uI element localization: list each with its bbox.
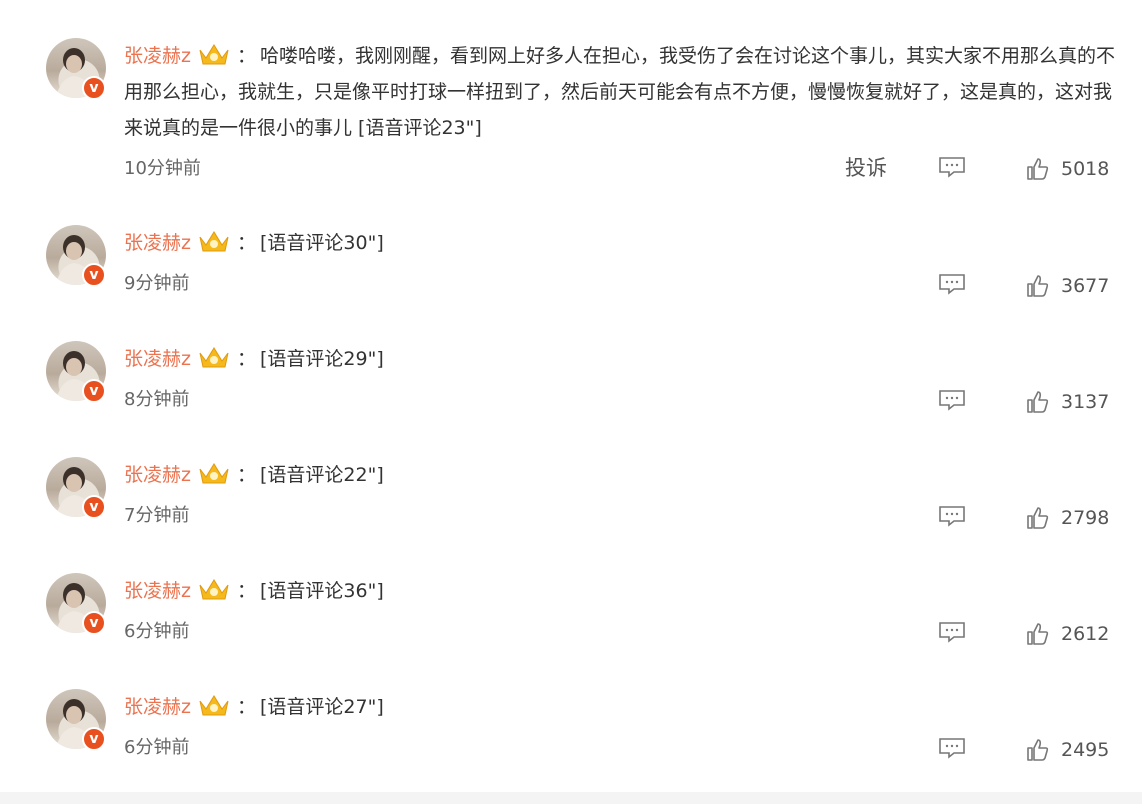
- username-link[interactable]: 张凌赫z: [124, 696, 191, 718]
- voice-comment[interactable]: [语音评论22"]: [260, 464, 384, 486]
- avatar[interactable]: v: [46, 573, 106, 635]
- crown-icon: [199, 44, 229, 65]
- username-link[interactable]: 张凌赫z: [124, 464, 191, 486]
- like-icon[interactable]: [1026, 622, 1050, 646]
- avatar[interactable]: v: [46, 38, 106, 100]
- crown-icon: [199, 695, 229, 716]
- comment-content: 张凌赫z ： [语音评论29"]: [124, 341, 1124, 377]
- comment-icon[interactable]: [938, 621, 966, 643]
- like-icon[interactable]: [1026, 157, 1050, 181]
- verified-badge-icon: v: [82, 76, 106, 100]
- like-icon[interactable]: [1026, 390, 1050, 414]
- verified-badge-icon: v: [82, 495, 106, 519]
- crown-icon: [199, 347, 229, 368]
- voice-comment[interactable]: [语音评论29"]: [260, 348, 384, 370]
- comment-icon[interactable]: [938, 737, 966, 759]
- avatar[interactable]: v: [46, 341, 106, 403]
- comment-content: 张凌赫z ：哈喽哈喽，我刚刚醒，看到网上好多人在担心，我受伤了会在讨论这个事儿，其…: [124, 38, 1124, 146]
- comment-item: v 张凌赫z ： [语音评论22"] 7分钟前 2798: [0, 457, 1142, 537]
- comment-icon[interactable]: [938, 505, 966, 527]
- comment-item: v 张凌赫z ： [语音评论27"] 6分钟前 2495: [0, 689, 1142, 769]
- username-link[interactable]: 张凌赫z: [124, 232, 191, 254]
- colon: ：: [236, 580, 256, 602]
- comment-list: v 张凌赫z：哈喽哈喽，我刚刚醒，看到网上好多人在担心，我受伤了会在讨论这个事儿…: [0, 0, 1142, 804]
- crown-icon: [199, 579, 229, 600]
- verified-badge-icon: v: [82, 611, 106, 635]
- like-count: 2798: [1061, 507, 1110, 529]
- colon: ：: [236, 45, 256, 67]
- comment-icon[interactable]: [938, 273, 966, 295]
- comment-content: 张凌赫z ： [语音评论30"]: [124, 225, 1124, 261]
- verified-badge-icon: v: [82, 263, 106, 287]
- like-icon[interactable]: [1026, 274, 1050, 298]
- username-link[interactable]: 张凌赫z: [124, 348, 191, 370]
- verified-badge-icon: v: [82, 727, 106, 751]
- like-count: 3677: [1061, 275, 1110, 297]
- crown-icon: [199, 231, 229, 252]
- comment-item: v 张凌赫z ： [语音评论29"] 8分钟前 3137: [0, 341, 1142, 421]
- like-icon[interactable]: [1026, 738, 1050, 762]
- like-icon[interactable]: [1026, 506, 1050, 530]
- bottom-divider: [0, 792, 1142, 804]
- comment-icon[interactable]: [938, 156, 966, 178]
- comment-text: 哈喽哈喽，我刚刚醒，看到网上好多人在担心，我受伤了会在讨论这个事儿，其实大家不用…: [124, 45, 1116, 139]
- comment-item: v 张凌赫z ：哈喽哈喽，我刚刚醒，看到网上好多人在担心，我受伤了会在讨论这个事儿…: [0, 38, 1142, 188]
- username-link[interactable]: 张凌赫z: [124, 45, 191, 67]
- comment-timestamp: 7分钟前: [124, 505, 190, 526]
- comment-timestamp: 6分钟前: [124, 621, 190, 642]
- like-count: 5018: [1061, 158, 1110, 180]
- like-count: 2495: [1061, 739, 1110, 761]
- like-count: 2612: [1061, 623, 1110, 645]
- username-link[interactable]: 张凌赫z: [124, 580, 191, 602]
- colon: ：: [236, 232, 256, 254]
- comment-content: 张凌赫z ： [语音评论22"]: [124, 457, 1124, 493]
- comment-timestamp: 9分钟前: [124, 273, 190, 294]
- comment-item: v 张凌赫z ： [语音评论36"] 6分钟前 2612: [0, 573, 1142, 653]
- voice-comment[interactable]: [语音评论36"]: [260, 580, 384, 602]
- comment-item: v 张凌赫z ： [语音评论30"] 9分钟前 3677: [0, 225, 1142, 305]
- avatar[interactable]: v: [46, 457, 106, 519]
- comment-content: 张凌赫z ： [语音评论36"]: [124, 573, 1124, 609]
- avatar[interactable]: v: [46, 689, 106, 751]
- colon: ：: [236, 464, 256, 486]
- report-link[interactable]: 投诉: [845, 152, 887, 182]
- comment-timestamp: 6分钟前: [124, 737, 190, 758]
- colon: ：: [236, 348, 256, 370]
- verified-badge-icon: v: [82, 379, 106, 403]
- voice-comment[interactable]: [语音评论30"]: [260, 232, 384, 254]
- comment-icon[interactable]: [938, 389, 966, 411]
- comment-content: 张凌赫z ： [语音评论27"]: [124, 689, 1124, 725]
- avatar[interactable]: v: [46, 225, 106, 287]
- comment-timestamp: 10分钟前: [124, 158, 201, 179]
- like-count: 3137: [1061, 391, 1110, 413]
- crown-icon: [199, 463, 229, 484]
- colon: ：: [236, 696, 256, 718]
- voice-comment[interactable]: [语音评论27"]: [260, 696, 384, 718]
- comment-timestamp: 8分钟前: [124, 389, 190, 410]
